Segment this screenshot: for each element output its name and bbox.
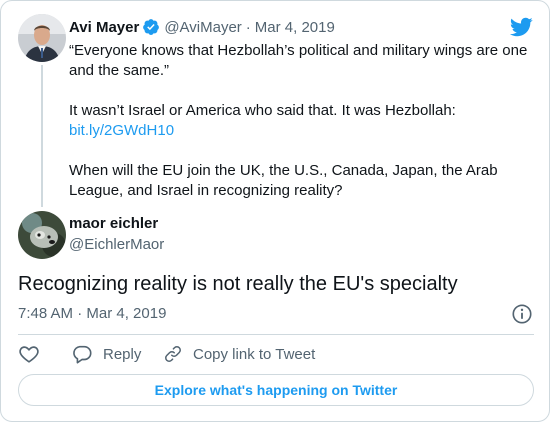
reply-label: Reply <box>103 345 142 363</box>
quoted-author-handle[interactable]: @AviMayer <box>164 19 241 36</box>
speech-bubble-icon <box>71 343 93 365</box>
like-button[interactable] <box>18 343 71 365</box>
copy-link-label: Copy link to Tweet <box>193 345 316 363</box>
reply-button[interactable]: Reply <box>71 343 163 365</box>
link-icon <box>163 344 183 364</box>
quoted-line-3: When will the EU join the UK, the U.S., … <box>69 162 498 199</box>
embedded-tweet-card: Avi Mayer @AviMayer · Mar 4, 2019 “Every… <box>0 0 550 422</box>
quoted-line-2: It wasn’t Israel or America who said tha… <box>69 102 456 119</box>
quoted-tweet-text: “Everyone knows that Hezbollah’s politic… <box>69 41 534 201</box>
reply-tweet-text: Recognizing reality is not really the EU… <box>18 273 458 295</box>
quoted-tweet-date[interactable]: Mar 4, 2019 <box>255 19 335 36</box>
avi-mayer-avatar[interactable] <box>18 14 66 62</box>
thread-connector-line <box>41 65 43 207</box>
reply-author-name[interactable]: maor eichler <box>69 214 158 234</box>
maor-eichler-avatar[interactable] <box>18 211 66 259</box>
quoted-tweet-header: Avi Mayer @AviMayer · Mar 4, 2019 <box>69 17 489 37</box>
verified-badge-icon <box>142 18 160 36</box>
reply-author-handle[interactable]: @EichlerMaor <box>69 235 164 255</box>
actions-divider <box>18 334 534 335</box>
quoted-line-1: “Everyone knows that Hezbollah’s politic… <box>69 42 528 79</box>
quoted-author-name[interactable]: Avi Mayer <box>69 19 139 36</box>
copy-link-button[interactable]: Copy link to Tweet <box>163 344 315 364</box>
tweet-actions-bar: Reply Copy link to Tweet <box>18 343 315 365</box>
quoted-tweet-link[interactable]: bit.ly/2GWdH10 <box>69 121 534 141</box>
explore-twitter-button[interactable]: Explore what's happening on Twitter <box>18 374 534 406</box>
heart-icon <box>18 343 40 365</box>
info-icon[interactable] <box>511 303 533 325</box>
twitter-bird-icon[interactable] <box>509 15 533 39</box>
header-separator: · <box>245 18 251 36</box>
reply-timestamp[interactable]: 7:48 AM · Mar 4, 2019 <box>18 304 166 324</box>
